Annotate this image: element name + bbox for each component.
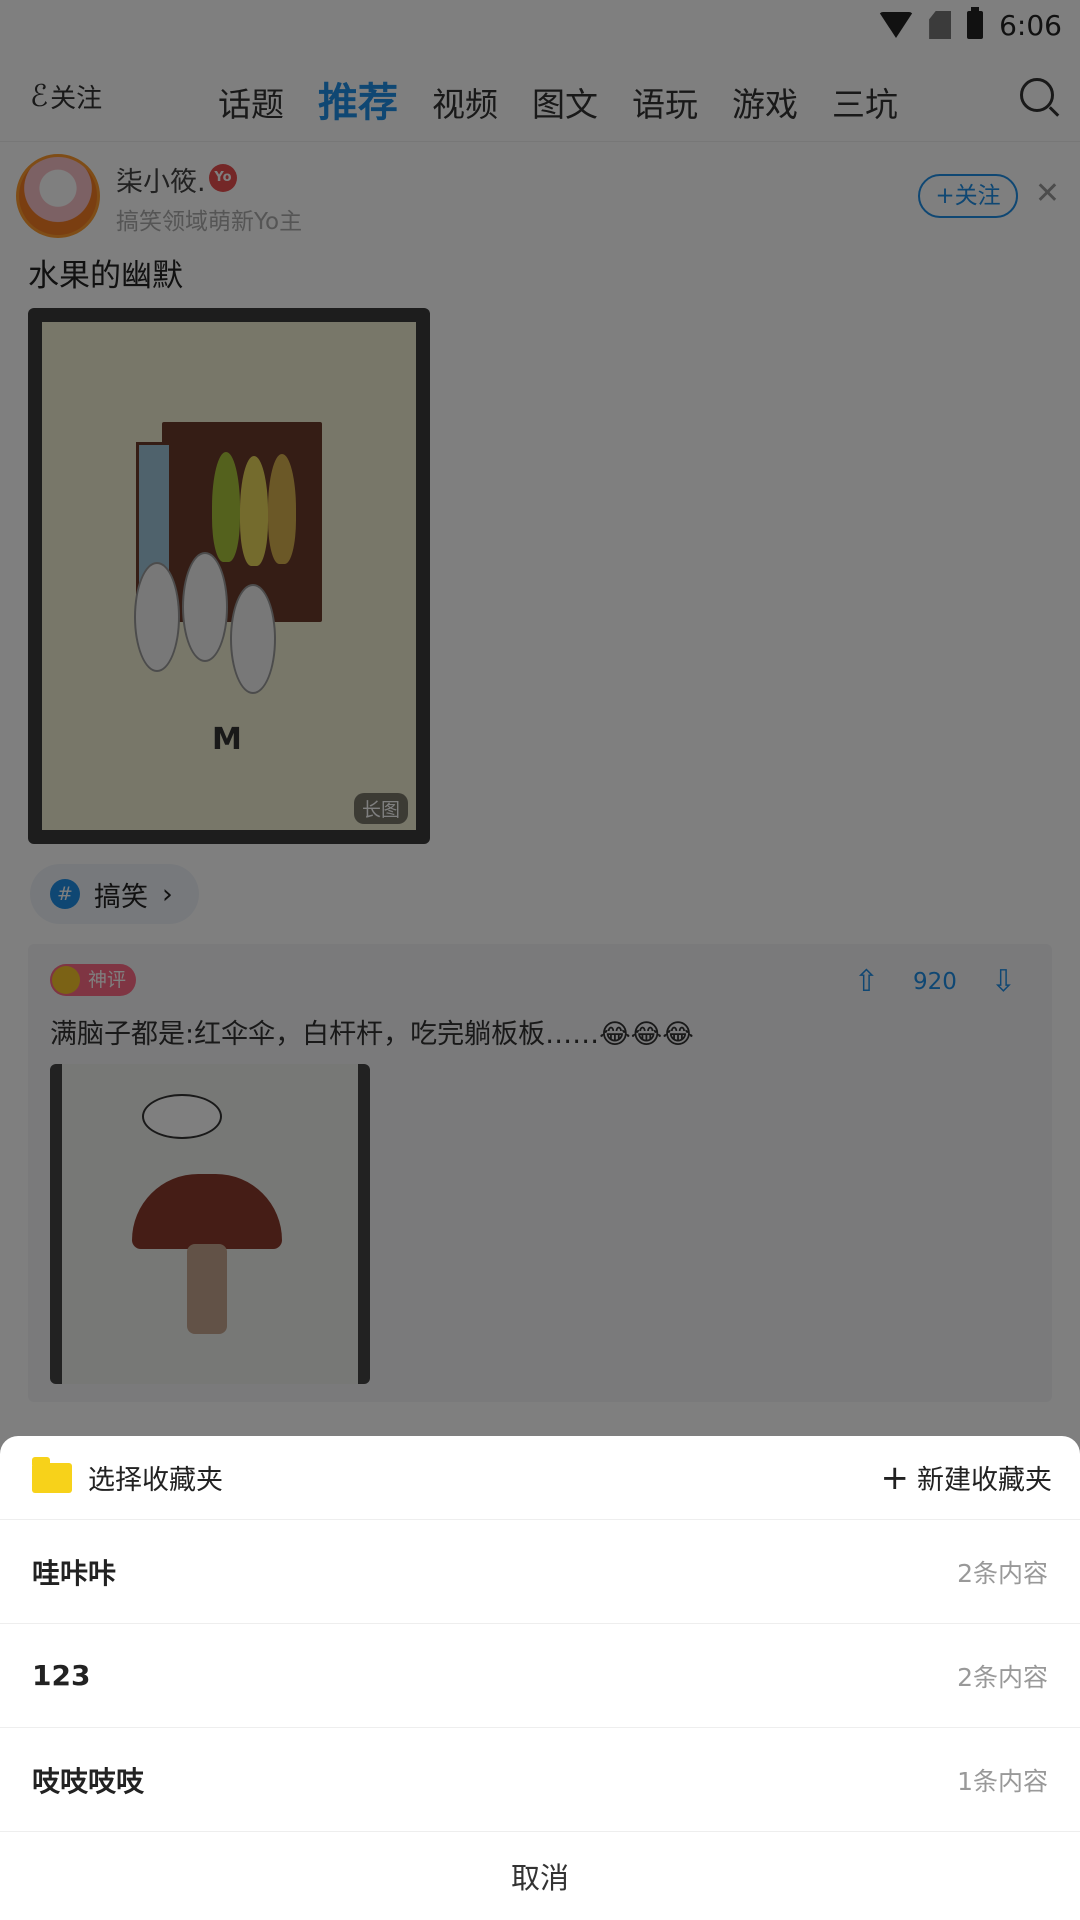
new-folder-label: 新建收藏夹 [917, 1465, 1052, 1496]
folder-count: 1条内容 [957, 1766, 1048, 1796]
folder-item[interactable]: 123 2条内容 [0, 1624, 1080, 1728]
folder-count: 2条内容 [957, 1558, 1048, 1588]
cancel-button[interactable]: 取消 [0, 1832, 1080, 1920]
sheet-header: 选择收藏夹 + 新建收藏夹 [0, 1436, 1080, 1520]
folder-item[interactable]: 哇咔咔 2条内容 [0, 1520, 1080, 1624]
new-folder-button[interactable]: + 新建收藏夹 [881, 1458, 1053, 1497]
favorites-sheet: 选择收藏夹 + 新建收藏夹 哇咔咔 2条内容 123 2条内容 吱吱吱吱 1条内… [0, 1436, 1080, 1920]
folder-count: 2条内容 [957, 1662, 1048, 1692]
plus-icon: + [880, 1457, 910, 1498]
sheet-title: 选择收藏夹 [88, 1465, 223, 1496]
folder-name: 吱吱吱吱 [32, 1764, 145, 1798]
folder-icon [32, 1456, 72, 1493]
folder-name: 哇咔咔 [32, 1556, 117, 1590]
folder-name: 123 [32, 1659, 91, 1692]
folder-item[interactable]: 吱吱吱吱 1条内容 [0, 1728, 1080, 1832]
